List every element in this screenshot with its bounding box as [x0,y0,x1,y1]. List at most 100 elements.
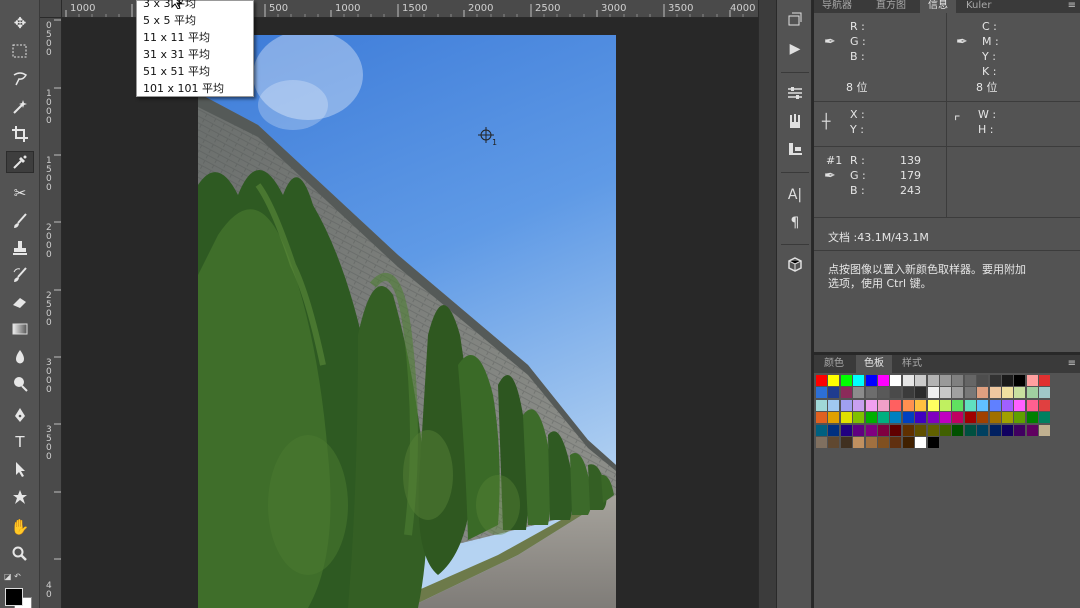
color-swatch[interactable] [915,399,927,411]
color-swatch[interactable] [940,375,951,386]
color-swatch[interactable] [816,412,827,424]
color-swatch[interactable] [940,424,951,436]
lasso-tool-icon[interactable] [6,68,34,90]
color-swatch[interactable] [977,375,989,386]
hand-tool-icon[interactable]: ✋ [6,516,34,538]
color-swatch[interactable] [853,375,865,386]
color-swatch[interactable] [964,387,976,399]
color-swatch[interactable] [902,424,914,436]
color-swatch[interactable] [1014,399,1026,411]
magic-wand-tool-icon[interactable] [6,96,34,118]
color-swatch[interactable] [840,387,852,399]
color-swatch[interactable] [902,399,914,411]
history-panel-icon[interactable] [783,8,807,30]
color-swatch[interactable] [952,387,964,399]
color-swatch[interactable] [816,387,827,399]
custom-shape-tool-icon[interactable] [6,486,34,508]
color-swatch[interactable] [828,375,840,386]
color-swatch[interactable] [890,424,902,436]
color-swatch[interactable] [989,424,1001,436]
color-swatch[interactable] [1039,387,1051,399]
color-swatch[interactable] [902,387,914,399]
color-swatch[interactable] [890,437,902,448]
color-swatch[interactable] [853,437,865,448]
color-swatch[interactable] [816,375,827,386]
tab-navigator[interactable]: 导航器 [814,0,860,13]
color-swatch[interactable] [840,437,852,448]
color-swatch[interactable] [927,412,939,424]
color-swatch[interactable] [878,424,889,436]
color-swatch[interactable] [865,375,877,386]
menu-item-5x5[interactable]: 5 x 5 平均 [143,12,196,28]
color-swatch[interactable] [1039,399,1051,411]
color-swatch[interactable] [1002,424,1013,436]
document-canvas[interactable]: 1 3 x 3 平均 5 x 5 平均 11 x 11 平均 31 x 31 平… [62,0,758,608]
color-swatch[interactable] [915,437,927,448]
color-swatch[interactable] [915,424,927,436]
history-brush-tool-icon[interactable] [6,264,34,286]
color-swatch[interactable] [952,412,964,424]
swap-colors-icon[interactable]: ◪ ↶ [4,572,21,581]
color-swatch[interactable] [840,412,852,424]
canvas-scrollbar[interactable] [758,0,776,608]
color-swatch[interactable] [1002,375,1013,386]
color-swatch[interactable] [840,375,852,386]
color-swatch[interactable] [964,424,976,436]
color-swatch[interactable] [977,399,989,411]
adjustment-panel-icon[interactable] [783,82,807,104]
color-swatch[interactable] [1014,424,1026,436]
color-swatch[interactable] [927,399,939,411]
color-swatch[interactable] [890,375,902,386]
zoom-tool-icon[interactable] [6,543,34,565]
color-swatch[interactable] [1002,412,1013,424]
color-swatch[interactable] [1026,399,1038,411]
character-panel-icon[interactable]: A| [783,184,807,206]
color-swatch[interactable] [816,437,827,448]
color-swatch[interactable] [1026,424,1038,436]
color-swatch[interactable] [915,412,927,424]
color-swatch[interactable] [915,387,927,399]
color-swatch[interactable] [927,387,939,399]
sample-size-dropdown[interactable]: 3 x 3 平均 5 x 5 平均 11 x 11 平均 31 x 31 平均 … [136,0,254,97]
color-swatch[interactable] [878,437,889,448]
paragraph-panel-icon[interactable]: ¶ [783,212,807,234]
color-swatch[interactable] [853,412,865,424]
color-swatch[interactable] [952,375,964,386]
color-swatch[interactable] [1026,387,1038,399]
color-swatch[interactable] [878,387,889,399]
color-swatch[interactable] [890,412,902,424]
tab-histogram[interactable]: 直方图 [868,0,914,13]
color-swatch[interactable] [853,424,865,436]
pen-tool-icon[interactable] [6,404,34,426]
color-swatch[interactable] [828,437,840,448]
color-swatch[interactable] [940,412,951,424]
brush-tool-icon[interactable] [6,210,34,232]
gradient-tool-icon[interactable] [6,318,34,340]
color-swatch[interactable] [890,399,902,411]
color-swatch[interactable] [890,387,902,399]
color-swatch[interactable] [964,412,976,424]
color-swatch[interactable] [989,387,1001,399]
color-swatch[interactable] [1039,424,1051,436]
dodge-tool-icon[interactable] [6,373,34,395]
color-swatch[interactable] [940,399,951,411]
healing-brush-tool-icon[interactable]: ✂ [6,182,34,204]
color-swatch[interactable] [977,424,989,436]
marquee-tool-icon[interactable] [6,40,34,62]
color-swatch[interactable] [828,424,840,436]
tab-styles[interactable]: 样式 [894,355,930,373]
tab-swatches[interactable]: 色板 [856,355,892,373]
clone-stamp-tool-icon[interactable] [6,237,34,259]
menu-item-31x31[interactable]: 31 x 31 平均 [143,46,210,62]
color-swatch[interactable] [989,375,1001,386]
blur-tool-icon[interactable] [6,346,34,368]
color-swatch[interactable] [828,399,840,411]
color-swatch[interactable] [902,375,914,386]
color-swatch[interactable] [878,375,889,386]
color-swatch[interactable] [964,375,976,386]
color-swatch[interactable] [902,412,914,424]
color-swatch[interactable] [840,399,852,411]
color-swatch[interactable] [853,399,865,411]
eraser-tool-icon[interactable] [6,291,34,313]
color-swatch[interactable] [878,399,889,411]
